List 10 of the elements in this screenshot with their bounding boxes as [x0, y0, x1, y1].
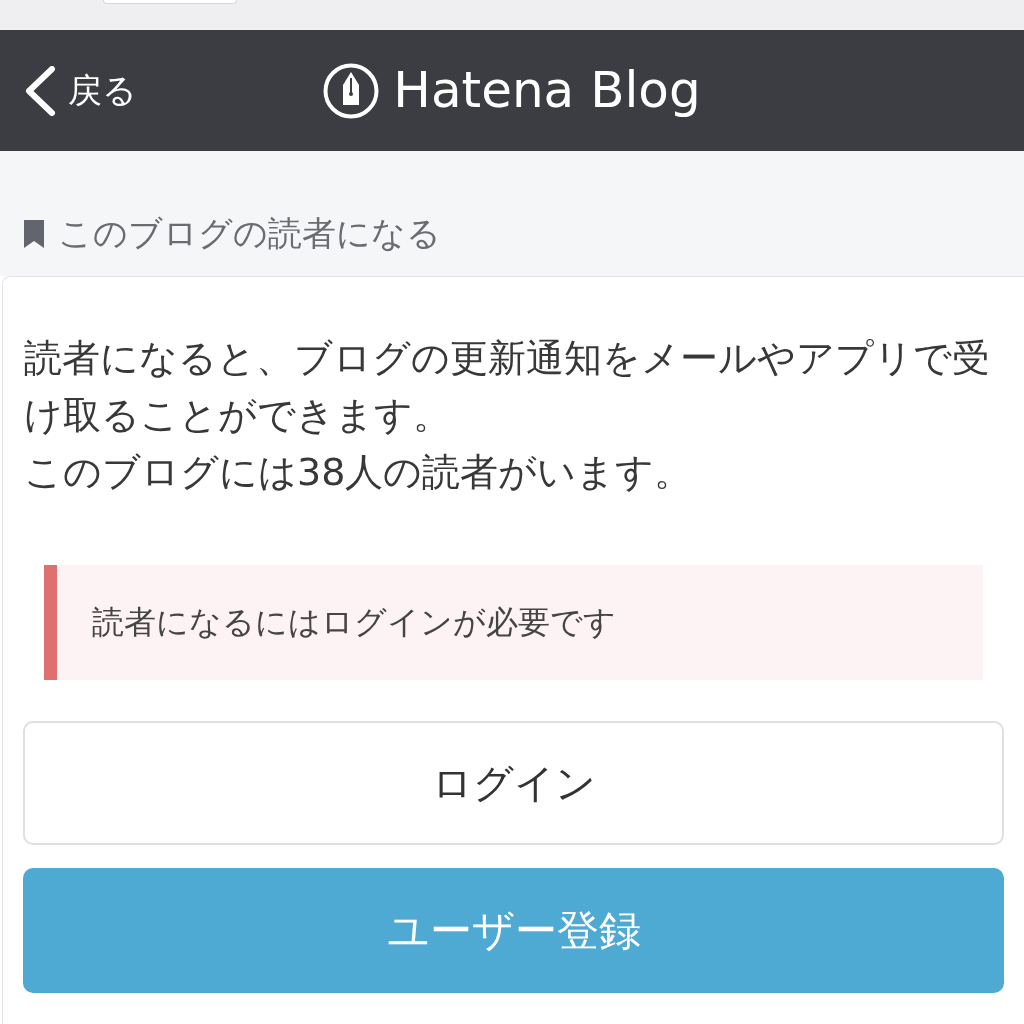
alert-banner: 読者になるにはログインが必要です: [44, 565, 983, 680]
logo-text: Hatena Blog: [393, 63, 701, 118]
chevron-left-icon: [24, 65, 56, 116]
description-text: 読者になると、ブログの更新通知をメールやアプリで受け取ることができます。: [24, 335, 991, 439]
section-heading: このブログの読者になる: [58, 213, 441, 254]
bookmark-icon: [24, 219, 44, 248]
back-button[interactable]: 戻る: [24, 65, 137, 116]
description-text: このブログには38人の読者がいます。: [24, 449, 694, 496]
pen-nib-icon: [323, 62, 380, 119]
login-button[interactable]: ログイン: [23, 721, 1004, 845]
